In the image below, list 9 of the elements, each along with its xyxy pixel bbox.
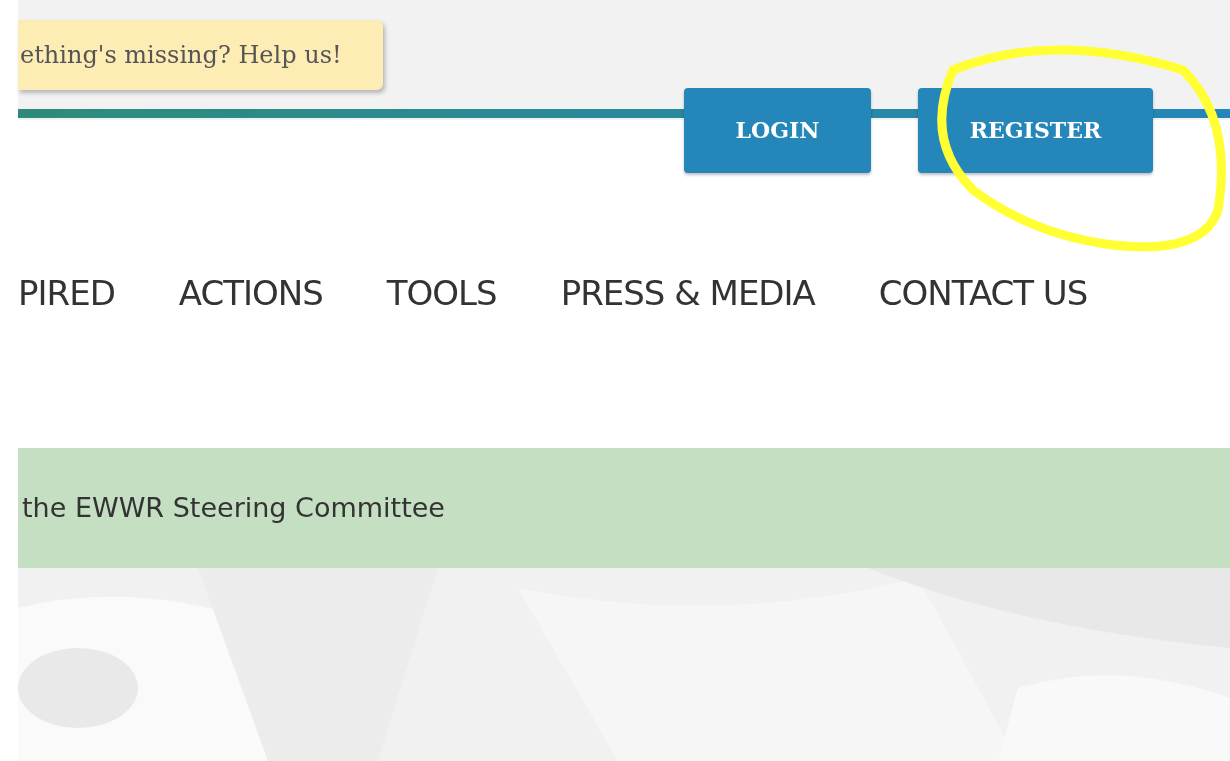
- banner-text: the EWWR Steering Committee: [22, 490, 445, 525]
- nav-link[interactable]: PRESS & MEDIA: [560, 268, 815, 319]
- nav-link[interactable]: TOOLS: [386, 268, 497, 319]
- nav-link[interactable]: CONTACT US: [878, 268, 1088, 319]
- nav-link[interactable]: PIRED: [18, 268, 115, 319]
- notice-banner[interactable]: ething's missing? Help us!: [18, 20, 383, 90]
- register-button[interactable]: REGISTER: [918, 88, 1153, 173]
- login-button[interactable]: LOGIN: [684, 88, 871, 173]
- nav-link[interactable]: ACTIONS: [178, 268, 323, 319]
